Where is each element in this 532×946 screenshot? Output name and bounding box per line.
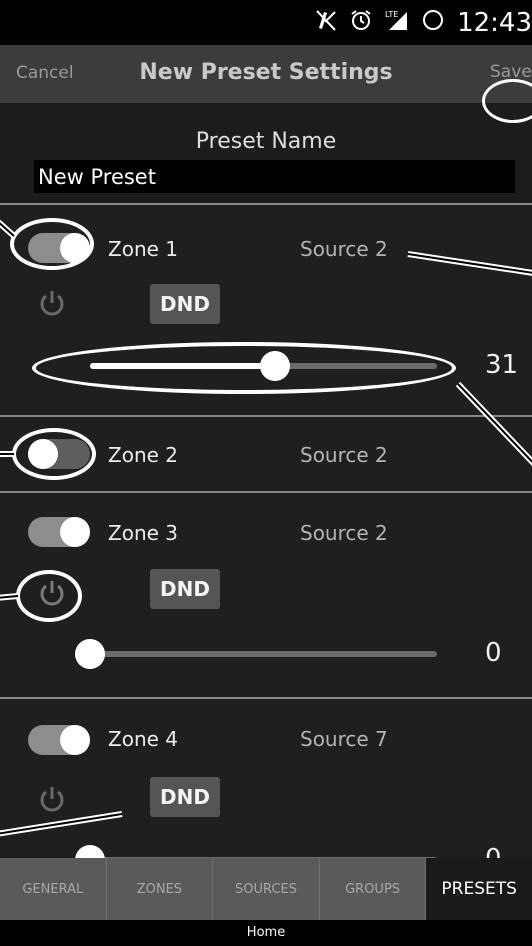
annotation-ring — [16, 570, 82, 622]
zone-name: Zone 1 — [108, 237, 178, 261]
tab-presets[interactable]: PRESETS — [426, 858, 532, 920]
dnd-button[interactable]: DND — [150, 777, 220, 817]
tab-zones[interactable]: ZONES — [107, 858, 214, 920]
battery-icon — [421, 8, 445, 38]
zone-source[interactable]: Source 2 — [300, 443, 388, 467]
zone-name: Zone 3 — [108, 521, 178, 545]
volume-value: 31 — [485, 350, 519, 380]
slider-track — [90, 651, 437, 657]
lte-signal-icon: LTE — [385, 8, 409, 38]
annotation-ring — [12, 428, 96, 480]
zone-name: Zone 4 — [108, 727, 178, 751]
zone-name: Zone 2 — [108, 443, 178, 467]
zone-source[interactable]: Source 7 — [300, 727, 388, 751]
annotation-ring — [10, 218, 94, 270]
svg-text:LTE: LTE — [385, 10, 398, 19]
tab-bar: GENERAL ZONES SOURCES GROUPS PRESETS — [0, 858, 532, 920]
slider-thumb[interactable] — [75, 639, 105, 669]
nav-bar: Cancel New Preset Settings Save — [0, 45, 532, 103]
volume-value: 0 — [485, 638, 502, 668]
tab-groups[interactable]: GROUPS — [320, 858, 427, 920]
home-button[interactable]: Home — [0, 920, 532, 946]
mute-icon — [315, 8, 337, 38]
tab-sources[interactable]: SOURCES — [213, 858, 320, 920]
status-icons: LTE 12:43 — [315, 8, 532, 38]
dnd-button[interactable]: DND — [150, 569, 220, 609]
toggle-knob — [60, 517, 90, 547]
zone-row: Zone 4 Source 7 DND 0 — [0, 697, 532, 875]
page-title: New Preset Settings — [139, 60, 393, 85]
status-bar: LTE 12:43 — [0, 0, 532, 45]
annotation-ring — [32, 342, 456, 394]
power-icon[interactable] — [36, 783, 68, 815]
app-screen: LTE 12:43 Cancel New Preset Settings Sav… — [0, 0, 532, 946]
preset-name-label: Preset Name — [195, 129, 337, 154]
zone-source[interactable]: Source 2 — [300, 237, 388, 261]
tab-general[interactable]: GENERAL — [0, 858, 107, 920]
preset-name-input[interactable] — [34, 160, 515, 193]
power-icon[interactable] — [36, 287, 68, 319]
zone-enable-toggle[interactable] — [28, 725, 90, 755]
zone-enable-toggle[interactable] — [28, 517, 90, 547]
dnd-button[interactable]: DND — [150, 284, 220, 324]
toggle-knob — [60, 725, 90, 755]
zone-source[interactable]: Source 2 — [300, 521, 388, 545]
volume-slider[interactable] — [75, 639, 437, 669]
status-time: 12:43 — [457, 8, 532, 38]
alarm-icon — [349, 8, 373, 38]
